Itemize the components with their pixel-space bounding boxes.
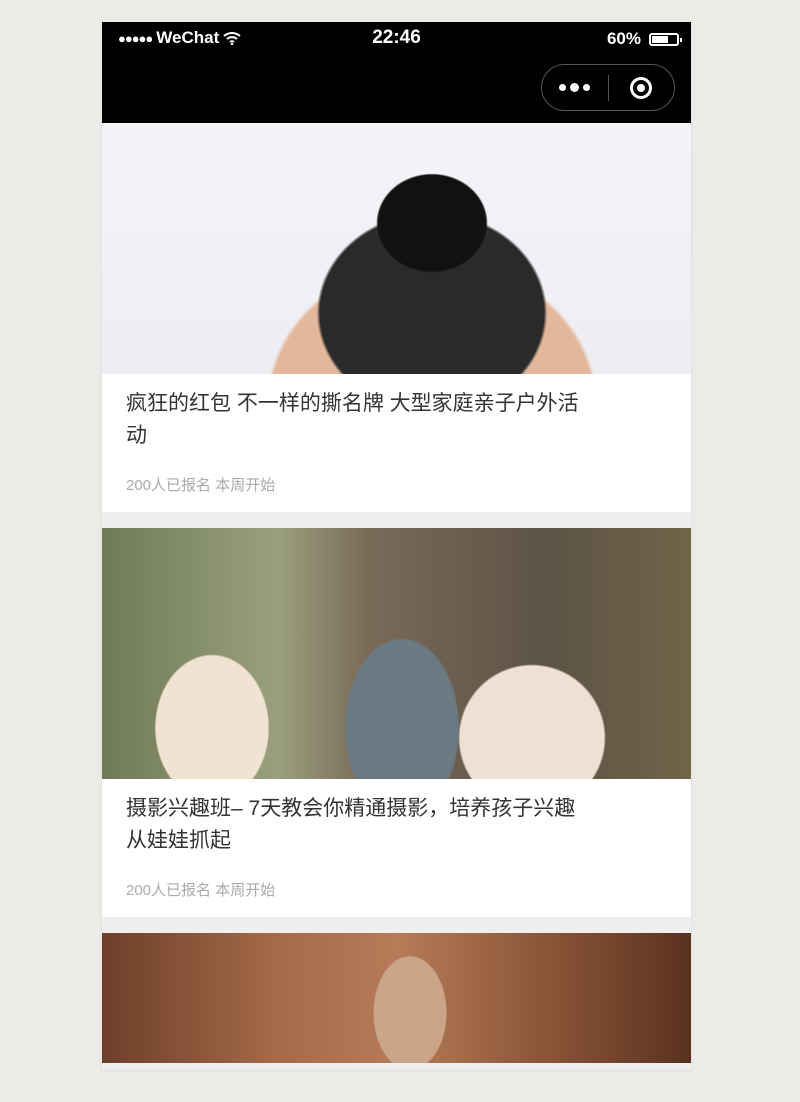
activity-meta: 200人已报名 本周开始 <box>126 882 276 899</box>
clock: 22:46 <box>372 27 421 48</box>
activity-image <box>102 123 691 374</box>
nav-bar <box>102 56 691 123</box>
activity-card[interactable]: 摄影兴趣班– 7天教会你精通摄影，培养孩子兴趣从娃娃抓起 200人已报名 本周开… <box>102 528 691 917</box>
more-dots-icon <box>559 84 567 91</box>
activity-title: 摄影兴趣班– 7天教会你精通摄影，培养孩子兴趣从娃娃抓起 <box>126 797 576 852</box>
more-button[interactable] <box>542 65 608 110</box>
target-close-icon <box>630 76 653 99</box>
battery-percent: 60% <box>606 29 641 48</box>
activity-title: 疯狂的红包 不一样的撕名牌 大型家庭亲子户外活动 <box>126 392 579 447</box>
close-button[interactable] <box>609 65 675 110</box>
activity-card[interactable] <box>102 933 691 1063</box>
battery-icon <box>649 32 682 46</box>
activity-image <box>102 933 691 1063</box>
miniprogram-capsule <box>541 64 675 111</box>
activity-list: 疯狂的红包 不一样的撕名牌 大型家庭亲子户外活动 200人已报名 本周开始 摄影… <box>102 123 691 1070</box>
status-bar: ●●●●● WeChat 22:46 60% <box>102 22 691 56</box>
phone-screen: ●●●●● WeChat 22:46 60% 疯狂的红包 不一样的撕名牌 大型家… <box>102 22 691 1070</box>
activity-card[interactable]: 疯狂的红包 不一样的撕名牌 大型家庭亲子户外活动 200人已报名 本周开始 <box>102 123 691 512</box>
activity-meta: 200人已报名 本周开始 <box>126 477 276 494</box>
activity-image <box>102 528 691 779</box>
